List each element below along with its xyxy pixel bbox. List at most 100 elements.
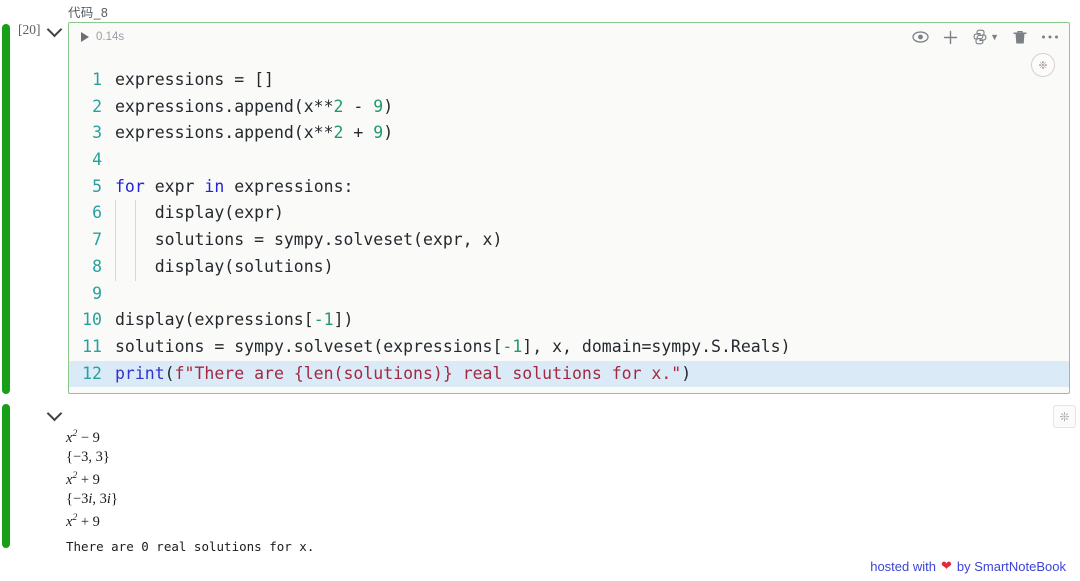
code-token: expressions.append(x**: [115, 123, 334, 143]
code-token: ): [681, 363, 692, 383]
code-token: expressions:: [224, 176, 354, 196]
code-line[interactable]: 7 solutions = sympy.solveset(expr, x): [69, 227, 1069, 254]
code-cell[interactable]: 0.14s ▼ ❉ 1 expressions = [] 2 expressio…: [68, 22, 1070, 394]
code-token: expr: [144, 176, 205, 196]
line-number: 4: [92, 150, 102, 170]
code-line[interactable]: 10 display(expressions[-1]): [69, 307, 1069, 334]
code-line[interactable]: 9: [69, 281, 1069, 308]
code-token: (: [164, 363, 175, 383]
cell-name-label: 代码_8: [68, 6, 109, 20]
code-token: ], x, domain=sympy.S.Reals): [522, 336, 791, 356]
code-token: solutions = sympy.solveset(expressions[: [115, 336, 503, 356]
collapse-code-cell-toggle[interactable]: [46, 21, 62, 38]
trash-icon[interactable]: [1013, 30, 1027, 45]
code-line[interactable]: 12 print(f"There are {len(solutions)} rea…: [69, 360, 1069, 388]
line-number: 6: [92, 203, 102, 223]
math-output-line: x2 + 9: [66, 471, 100, 489]
python-kernel-icon[interactable]: ▼: [972, 29, 999, 45]
run-time-label: 0.14s: [96, 31, 125, 43]
math-output-line: x2 − 9: [66, 429, 100, 446]
code-line[interactable]: 5 for expr in expressions:: [69, 174, 1069, 201]
line-number: 1: [92, 70, 102, 89]
line-number: 12: [82, 363, 102, 383]
line-number: 11: [82, 336, 102, 356]
code-line-text: print(f"There are {len(solutions)} real …: [115, 361, 1069, 388]
clear-output-button[interactable]: ❊: [1053, 405, 1076, 428]
play-triangle-icon: [81, 32, 89, 42]
code-token: in: [204, 176, 225, 196]
more-options-icon[interactable]: [1041, 34, 1059, 40]
cell-toolbar-icons: ▼: [912, 29, 1059, 45]
code-line-text: for expr in expressions:: [115, 174, 1069, 201]
code-token: 2: [333, 96, 344, 116]
indent-guide: [134, 227, 136, 254]
code-line-text: expressions.append(x**2 + 9): [115, 120, 1069, 147]
code-line-text: expressions.append(x**2 - 9): [115, 94, 1069, 121]
line-number: 5: [92, 176, 102, 196]
footer-suffix: by SmartNoteBook: [956, 558, 1066, 574]
math-output-line: x2 + 9: [66, 513, 100, 531]
line-number: 7: [92, 230, 102, 250]
code-line[interactable]: 11 solutions = sympy.solveset(expressions…: [69, 334, 1069, 361]
code-editor[interactable]: 1 expressions = [] 2 expressions.append(x**…: [69, 67, 1069, 393]
code-token: expressions = []: [115, 70, 274, 89]
line-number: 2: [92, 96, 102, 116]
line-number: 9: [92, 283, 102, 303]
code-token: display(expr): [115, 203, 284, 223]
code-token: +: [343, 123, 374, 143]
line-number: 10: [82, 310, 102, 330]
code-line-text: solutions = sympy.solveset(expressions[-…: [115, 334, 1069, 361]
stdout-output: There are 0 real solutions for x.: [66, 538, 315, 554]
code-token: ): [383, 123, 394, 143]
code-token: expressions.append(x**: [115, 96, 334, 116]
code-token: 9: [373, 123, 384, 143]
indent-guide: [115, 227, 116, 254]
code-token: -: [343, 96, 374, 116]
code-line[interactable]: 8 display(solutions): [69, 253, 1069, 281]
execution-count-label: [20]: [18, 22, 41, 37]
code-line[interactable]: 4: [69, 147, 1069, 174]
math-output-line: {−3i, 3i}: [66, 491, 118, 508]
chevron-down-icon: [46, 405, 62, 422]
math-output: x2 − 9 {−3, 3} x2 + 9 {−3i, 3i} x2 + 9: [66, 425, 1026, 533]
code-line[interactable]: 3 expressions.append(x**2 + 9): [69, 120, 1069, 147]
code-line-text: display(expr): [115, 200, 1069, 228]
cell-toolbar: 0.14s ▼: [69, 23, 1069, 51]
run-time-indicator[interactable]: 0.14s: [81, 31, 124, 43]
code-token: f"There are {len(solutions)} real soluti…: [174, 363, 682, 383]
code-cell-selection-bar[interactable]: [2, 24, 10, 394]
indent-guide: [134, 200, 136, 228]
math-output-line: {−3, 3}: [66, 449, 110, 466]
line-number: 3: [92, 123, 102, 143]
code-line-text: solutions = sympy.solveset(expr, x): [115, 227, 1069, 254]
code-line[interactable]: 2 expressions.append(x**2 - 9): [69, 94, 1069, 121]
code-token: -1: [502, 336, 523, 356]
code-line[interactable]: 1 expressions = []: [69, 67, 1069, 94]
code-token: 2: [333, 123, 344, 143]
collapse-output-toggle[interactable]: [46, 405, 62, 422]
code-token: display(solutions): [115, 256, 334, 276]
code-token: print: [115, 363, 165, 383]
output-area: x2 − 9 {−3, 3} x2 + 9 {−3i, 3i} x2 + 9 There…: [66, 425, 1026, 554]
code-token: ]): [333, 310, 354, 330]
indent-guide: [134, 253, 136, 281]
heart-icon: ❤: [940, 558, 952, 573]
indent-guide: [115, 253, 116, 281]
code-token: -1: [313, 310, 334, 330]
plus-icon[interactable]: [943, 30, 958, 45]
code-line-text: display(expressions[-1]): [115, 307, 1069, 334]
chevron-down-icon: [46, 21, 62, 38]
code-line[interactable]: 6 display(expr): [69, 200, 1069, 228]
chevron-down-icon[interactable]: ▼: [990, 32, 999, 42]
code-token: solutions = sympy.solveset(expr, x): [115, 230, 503, 250]
code-token: display(expressions[: [115, 310, 314, 330]
footer: hosted with ❤ by SmartNoteBook: [870, 558, 1066, 574]
code-line-text: display(solutions): [115, 253, 1069, 281]
footer-prefix: hosted with: [870, 558, 936, 574]
eye-icon[interactable]: [912, 30, 929, 44]
output-cell-selection-bar[interactable]: [2, 404, 10, 548]
indent-guide: [115, 200, 116, 228]
code-token: 9: [373, 96, 384, 116]
